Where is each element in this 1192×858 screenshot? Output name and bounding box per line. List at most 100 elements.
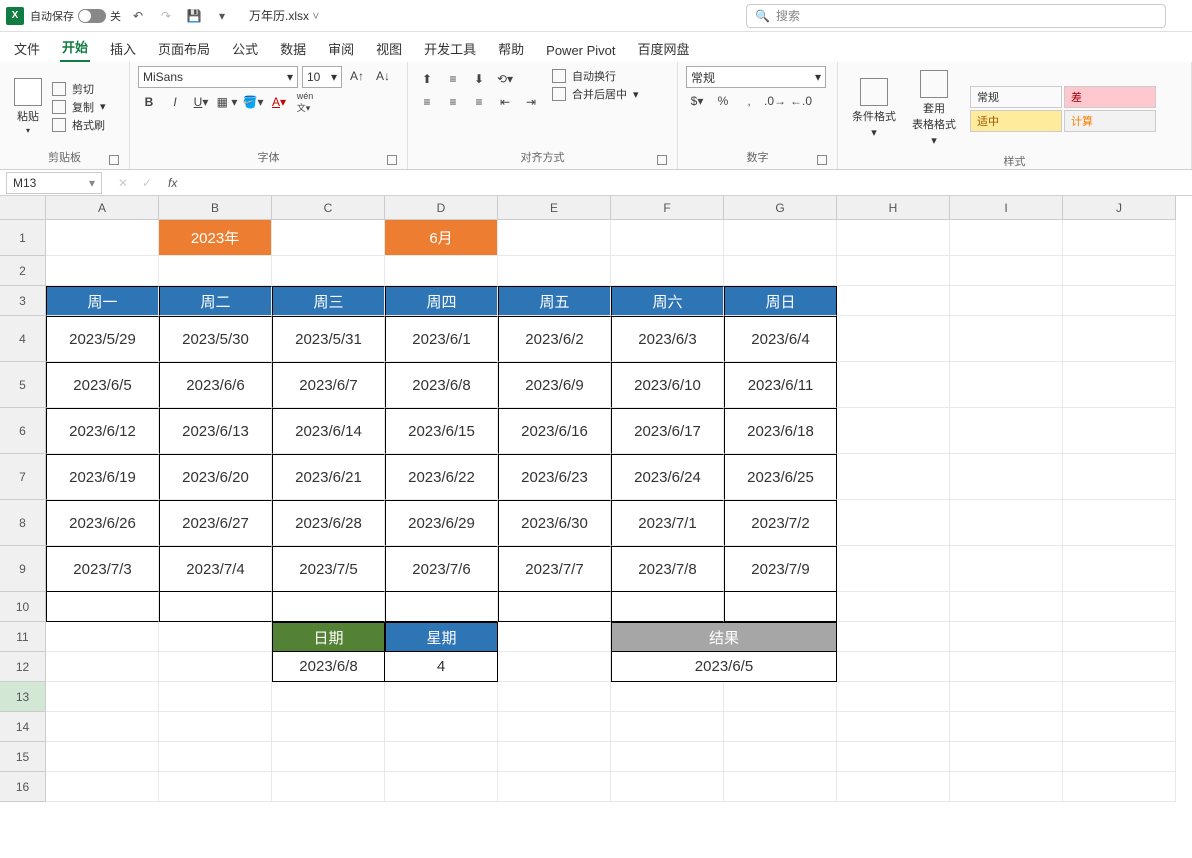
cell-D4[interactable]: 2023/6/1: [385, 316, 498, 362]
cell-D5[interactable]: 2023/6/8: [385, 362, 498, 408]
cell-I10[interactable]: [950, 592, 1063, 622]
font-size-select[interactable]: 10▾: [302, 66, 342, 88]
cell-D15[interactable]: [385, 742, 498, 772]
fill-color-button[interactable]: 🪣▾: [242, 92, 264, 112]
col-header-J[interactable]: J: [1063, 196, 1176, 220]
decrease-indent-button[interactable]: ⇤: [494, 92, 516, 112]
cell-I15[interactable]: [950, 742, 1063, 772]
cell-A13[interactable]: [46, 682, 159, 712]
cell-J1[interactable]: [1063, 220, 1176, 256]
cell-H1[interactable]: [837, 220, 950, 256]
comma-button[interactable]: ,: [738, 91, 760, 111]
cell-C15[interactable]: [272, 742, 385, 772]
cell-F12[interactable]: 2023/6/5: [611, 652, 837, 682]
cell-D6[interactable]: 2023/6/15: [385, 408, 498, 454]
autosave-toggle[interactable]: 自动保存 关: [30, 8, 121, 24]
phonetic-button[interactable]: wén文▾: [294, 92, 316, 112]
cell-F1[interactable]: [611, 220, 724, 256]
cell-E12[interactable]: [498, 652, 611, 682]
cell-D11[interactable]: 星期: [385, 622, 498, 652]
col-header-B[interactable]: B: [159, 196, 272, 220]
cell-B1[interactable]: 2023年: [159, 220, 272, 256]
cell-B5[interactable]: 2023/6/6: [159, 362, 272, 408]
cell-J10[interactable]: [1063, 592, 1176, 622]
tab-页面布局[interactable]: 页面布局: [156, 35, 212, 62]
cell-B3[interactable]: 周二: [159, 286, 272, 316]
cell-A6[interactable]: 2023/6/12: [46, 408, 159, 454]
cells[interactable]: 2023年6月周一周二周三周四周五周六周日2023/5/292023/5/302…: [46, 220, 1192, 802]
cell-A3[interactable]: 周一: [46, 286, 159, 316]
border-button[interactable]: ▦ ▾: [216, 92, 238, 112]
style-neutral[interactable]: 适中: [970, 110, 1062, 132]
cell-H11[interactable]: [837, 622, 950, 652]
tab-开始[interactable]: 开始: [60, 33, 90, 62]
cell-B10[interactable]: [159, 592, 272, 622]
cell-A14[interactable]: [46, 712, 159, 742]
cell-B13[interactable]: [159, 682, 272, 712]
cell-E4[interactable]: 2023/6/2: [498, 316, 611, 362]
align-center-button[interactable]: ≡: [442, 92, 464, 112]
increase-font-button[interactable]: A↑: [346, 66, 368, 86]
cell-I12[interactable]: [950, 652, 1063, 682]
filename[interactable]: 万年历.xlsx ˅: [249, 7, 319, 24]
cell-H16[interactable]: [837, 772, 950, 802]
cell-H9[interactable]: [837, 546, 950, 592]
cell-B9[interactable]: 2023/7/4: [159, 546, 272, 592]
cell-H10[interactable]: [837, 592, 950, 622]
row-header-9[interactable]: 9: [0, 546, 46, 592]
cell-H12[interactable]: [837, 652, 950, 682]
cell-D1[interactable]: 6月: [385, 220, 498, 256]
cell-E9[interactable]: 2023/7/7: [498, 546, 611, 592]
font-launcher[interactable]: [387, 155, 397, 165]
font-name-select[interactable]: MiSans▾: [138, 66, 298, 88]
cell-I9[interactable]: [950, 546, 1063, 592]
italic-button[interactable]: I: [164, 92, 186, 112]
cell-E16[interactable]: [498, 772, 611, 802]
cell-D7[interactable]: 2023/6/22: [385, 454, 498, 500]
tab-文件[interactable]: 文件: [12, 35, 42, 62]
cell-H6[interactable]: [837, 408, 950, 454]
percent-button[interactable]: %: [712, 91, 734, 111]
cell-A2[interactable]: [46, 256, 159, 286]
col-header-I[interactable]: I: [950, 196, 1063, 220]
cell-H4[interactable]: [837, 316, 950, 362]
row-header-8[interactable]: 8: [0, 500, 46, 546]
align-middle-button[interactable]: ≡: [442, 69, 464, 89]
conditional-format-button[interactable]: 条件格式▾: [846, 74, 902, 143]
cut-button[interactable]: 剪切: [52, 81, 106, 97]
cell-A7[interactable]: 2023/6/19: [46, 454, 159, 500]
tab-审阅[interactable]: 审阅: [326, 35, 356, 62]
cell-G7[interactable]: 2023/6/25: [724, 454, 837, 500]
cell-B16[interactable]: [159, 772, 272, 802]
cell-C14[interactable]: [272, 712, 385, 742]
tab-百度网盘[interactable]: 百度网盘: [636, 35, 692, 62]
orientation-button[interactable]: ⟲▾: [494, 69, 516, 89]
fx-icon[interactable]: fx: [162, 176, 183, 190]
row-header-2[interactable]: 2: [0, 256, 46, 286]
cell-G3[interactable]: 周日: [724, 286, 837, 316]
row-header-10[interactable]: 10: [0, 592, 46, 622]
cell-H2[interactable]: [837, 256, 950, 286]
cell-E5[interactable]: 2023/6/9: [498, 362, 611, 408]
cell-E2[interactable]: [498, 256, 611, 286]
cell-E3[interactable]: 周五: [498, 286, 611, 316]
cell-A8[interactable]: 2023/6/26: [46, 500, 159, 546]
decrease-decimal-button[interactable]: ←.0: [790, 91, 812, 111]
cell-D10[interactable]: [385, 592, 498, 622]
cell-C12[interactable]: 2023/6/8: [272, 652, 385, 682]
col-header-G[interactable]: G: [724, 196, 837, 220]
cell-C4[interactable]: 2023/5/31: [272, 316, 385, 362]
cell-D3[interactable]: 周四: [385, 286, 498, 316]
cell-F10[interactable]: [611, 592, 724, 622]
row-header-11[interactable]: 11: [0, 622, 46, 652]
cell-C11[interactable]: 日期: [272, 622, 385, 652]
cell-E8[interactable]: 2023/6/30: [498, 500, 611, 546]
cell-D8[interactable]: 2023/6/29: [385, 500, 498, 546]
cell-B4[interactable]: 2023/5/30: [159, 316, 272, 362]
cell-D14[interactable]: [385, 712, 498, 742]
row-header-5[interactable]: 5: [0, 362, 46, 408]
undo-button[interactable]: ↶: [127, 5, 149, 27]
cell-I3[interactable]: [950, 286, 1063, 316]
underline-button[interactable]: U ▾: [190, 92, 212, 112]
cell-I13[interactable]: [950, 682, 1063, 712]
